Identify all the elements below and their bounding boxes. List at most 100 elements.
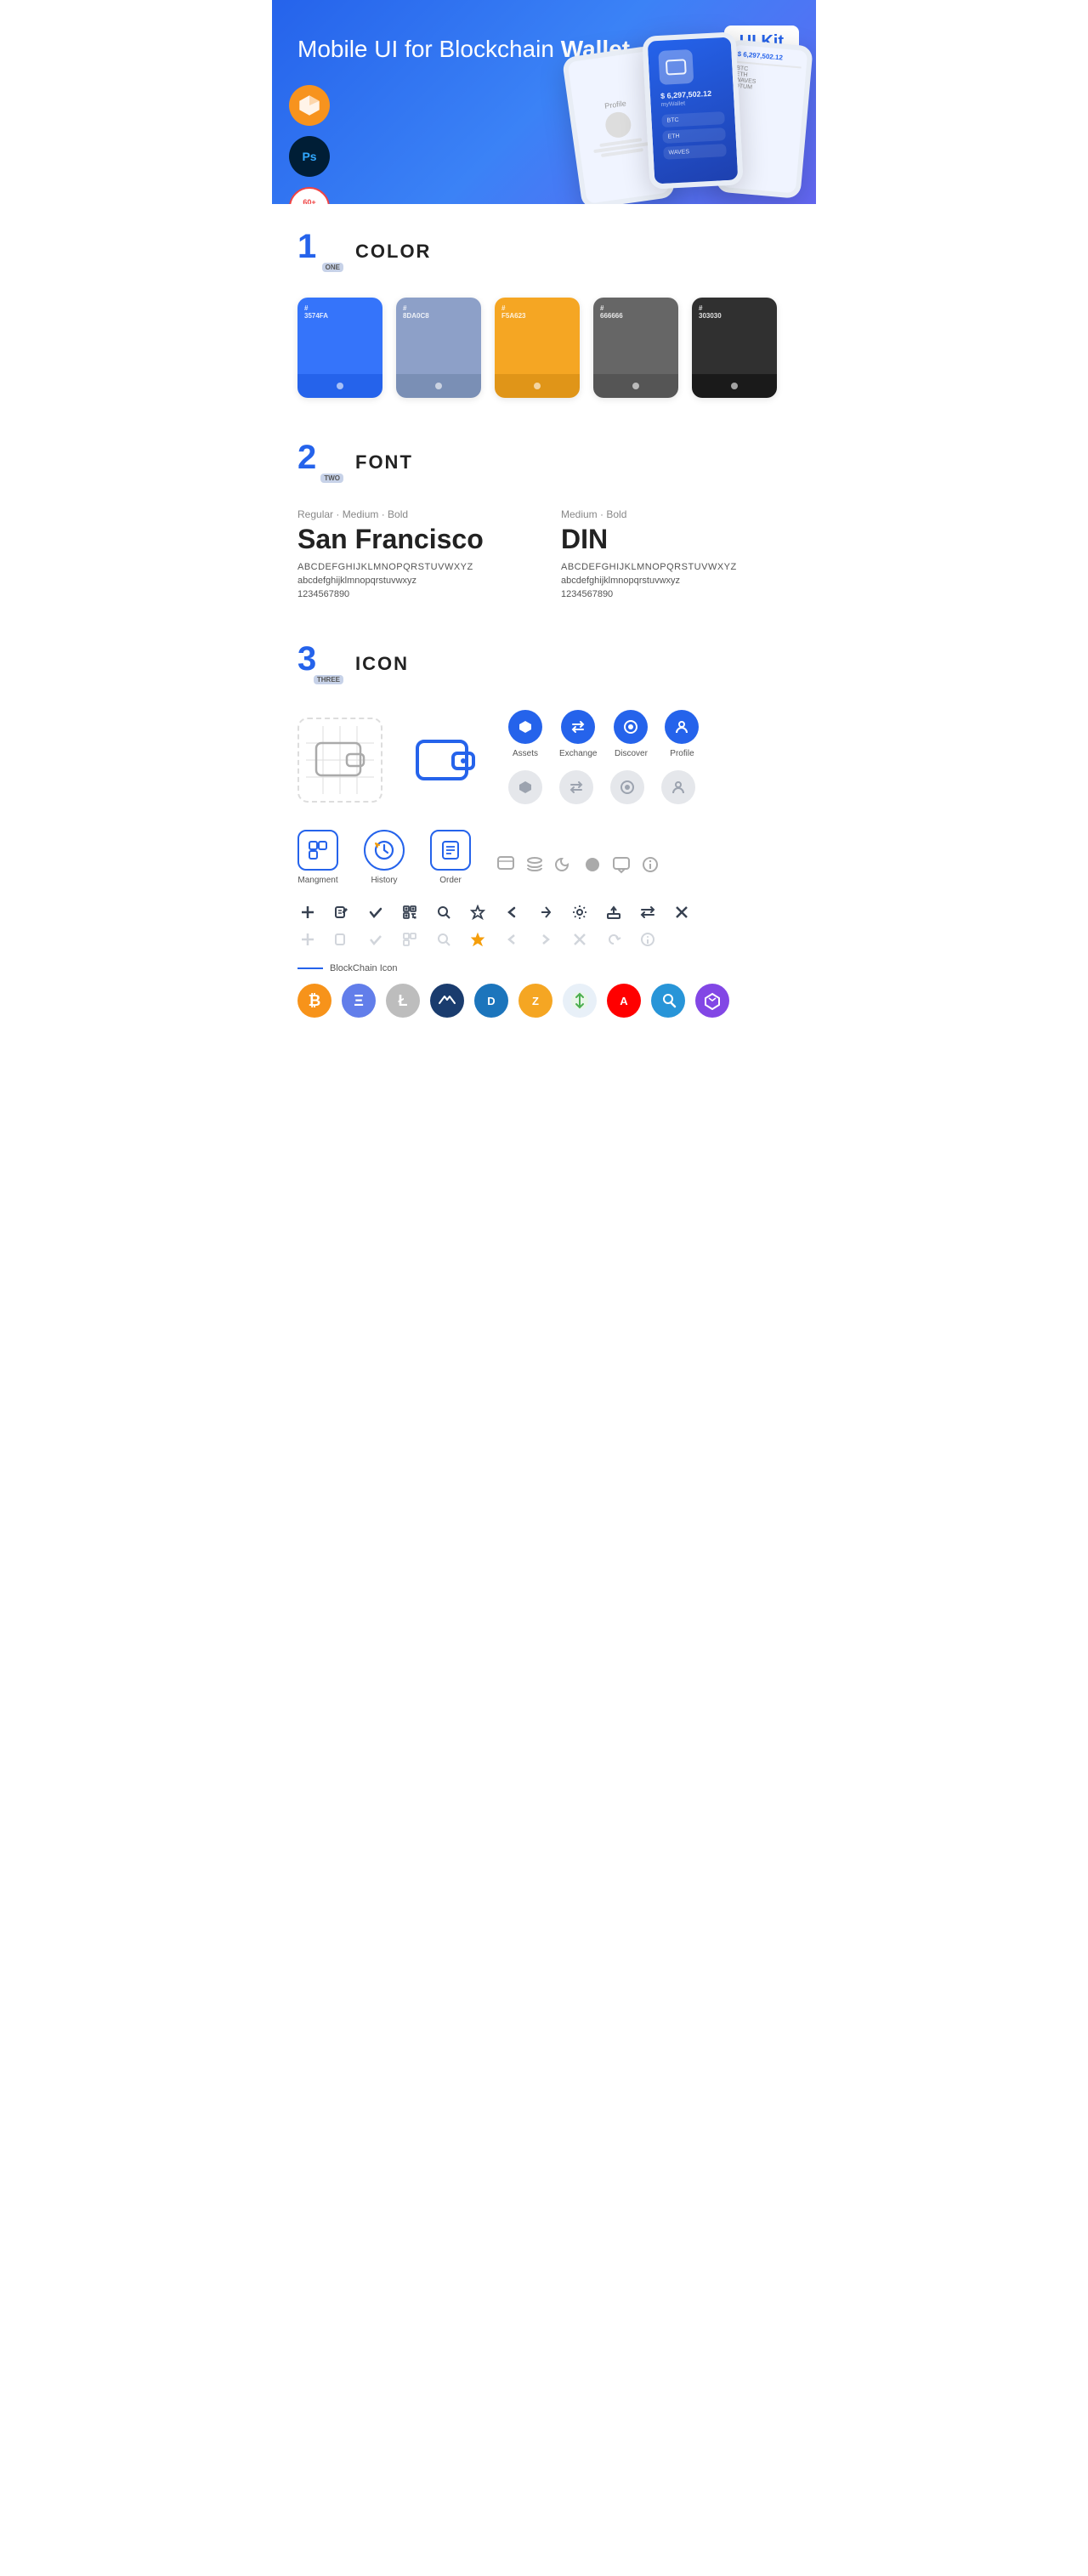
profile-icon-gray-circle: [661, 770, 695, 804]
font-sf-upper: ABCDEFGHIJKLMNOPQRSTUVWXYZ: [298, 562, 527, 572]
redo-icon-faded: [604, 929, 624, 950]
exchange-icon-gray-circle: [559, 770, 593, 804]
profile-label: Profile: [670, 749, 694, 758]
font-din-upper: ABCDEFGHIJKLMNOPQRSTUVWXYZ: [561, 562, 790, 572]
blockchain-line: [298, 967, 323, 969]
assets-icon-gray-circle: [508, 770, 542, 804]
back-icon[interactable]: [502, 902, 522, 922]
waves-icon: [430, 984, 464, 1018]
matic-icon: [695, 984, 729, 1018]
wallet-icon-grid: [298, 718, 382, 803]
font-din-lower: abcdefghijklmnopqrstuvwxyz: [561, 576, 790, 586]
profile-icon-gray: [661, 770, 695, 804]
icon-title: ICON: [355, 653, 409, 675]
exchange-icon: [561, 710, 595, 744]
assets-icon-gray: [508, 770, 542, 804]
section-number-icon: 3 THREE: [298, 642, 342, 686]
iota-icon: [563, 984, 597, 1018]
blockchain-label-text: BlockChain Icon: [330, 963, 398, 973]
close-icon[interactable]: [672, 902, 692, 922]
check-icon-faded: [366, 929, 386, 950]
search-icon[interactable]: [434, 902, 454, 922]
color-section-header: 1 ONE COLOR: [298, 230, 790, 274]
profile-icon: [665, 710, 699, 744]
exchange-icon-gray: [559, 770, 593, 804]
chat-icon: [496, 855, 515, 878]
color-section: 1 ONE COLOR #3574FA #8DA0C8 #F5A623: [298, 230, 790, 398]
hero-section: Mobile UI for Blockchain Wallet UI Kit P…: [272, 0, 816, 204]
font-sf-meta: Regular · Medium · Bold: [298, 508, 527, 520]
history-icon: [364, 830, 405, 871]
upload-icon[interactable]: [604, 902, 624, 922]
order-icon-item: Order: [430, 830, 471, 885]
layers-icon: [525, 855, 544, 878]
section-number-color: 1 ONE: [298, 230, 342, 274]
font-section-header: 2 TWO FONT: [298, 440, 790, 485]
plus-icon-faded: [298, 929, 318, 950]
swatch-medium-gray: #666666: [593, 298, 678, 398]
font-din-nums: 1234567890: [561, 589, 790, 599]
font-sf-name: San Francisco: [298, 524, 527, 555]
app-icons-row: Mangment History: [298, 830, 790, 885]
assets-icon: [508, 710, 542, 744]
moon-icon: [554, 855, 573, 878]
list-edit-icon-faded: [332, 929, 352, 950]
assets-label: Assets: [513, 749, 538, 758]
font-sf-lower: abcdefghijklmnopqrstuvwxyz: [298, 576, 527, 586]
font-din-name: DIN: [561, 524, 790, 555]
misc-icons-row: [496, 855, 660, 885]
qr-icon[interactable]: [400, 902, 420, 922]
management-label: Mangment: [298, 876, 337, 885]
star-icon[interactable]: [468, 902, 488, 922]
swatch-gray-blue: #8DA0C8: [396, 298, 481, 398]
tool-icons-faded-row: [298, 929, 790, 950]
history-icon-item: History: [364, 830, 405, 885]
qtum-icon: [651, 984, 685, 1018]
back-icon-faded: [502, 929, 522, 950]
circle-icon: [583, 855, 602, 878]
exchange-label: Exchange: [559, 749, 597, 758]
zcash-icon: Z: [518, 984, 552, 1018]
swatch-orange: #F5A623: [495, 298, 580, 398]
check-icon[interactable]: [366, 902, 386, 922]
order-icon: [430, 830, 471, 871]
discover-icon-gray-circle: [610, 770, 644, 804]
speech-bubble-icon: [612, 855, 631, 878]
font-din: Medium · Bold DIN ABCDEFGHIJKLMNOPQRSTUV…: [561, 508, 790, 599]
discover-label: Discover: [615, 749, 648, 758]
discover-icon: [614, 710, 648, 744]
nav-icons-blue-row: Assets Exchange Discover: [508, 710, 699, 758]
exchange-icon-item: Exchange: [559, 710, 597, 758]
info-icon: [641, 855, 660, 878]
section-number-font: 2 TWO: [298, 440, 342, 485]
profile-icon-item: Profile: [665, 710, 699, 758]
litecoin-icon: Ł: [386, 984, 420, 1018]
swatch-blue: #3574FA: [298, 298, 382, 398]
discover-icon-gray: [610, 770, 644, 804]
management-icon: [298, 830, 338, 871]
order-label: Order: [439, 876, 462, 885]
tool-icons-active-row: [298, 902, 790, 922]
color-title: COLOR: [355, 241, 431, 263]
qr-icon-faded: [400, 929, 420, 950]
sketch-badge: [289, 85, 330, 126]
icon-section: 3 THREE ICON: [298, 642, 790, 1018]
history-label: History: [371, 876, 397, 885]
ark-icon: A: [607, 984, 641, 1018]
photoshop-badge: Ps: [289, 136, 330, 177]
share-icon[interactable]: [536, 902, 556, 922]
bitcoin-icon: ₿: [298, 984, 332, 1018]
wallet-icon-showcase: Assets Exchange Discover: [298, 710, 790, 809]
swap-icon[interactable]: [638, 902, 658, 922]
forward-icon-faded: [536, 929, 556, 950]
list-edit-icon[interactable]: [332, 902, 352, 922]
wallet-icon-blue: [403, 718, 488, 803]
screens-badge: 60+Screens: [289, 187, 330, 204]
search-icon-faded: [434, 929, 454, 950]
plus-icon[interactable]: [298, 902, 318, 922]
management-icon-item: Mangment: [298, 830, 338, 885]
swatch-dark: #303030: [692, 298, 777, 398]
color-swatches: #3574FA #8DA0C8 #F5A623 #666666: [298, 298, 790, 398]
font-section: 2 TWO FONT Regular · Medium · Bold San F…: [298, 440, 790, 599]
settings-icon[interactable]: [570, 902, 590, 922]
